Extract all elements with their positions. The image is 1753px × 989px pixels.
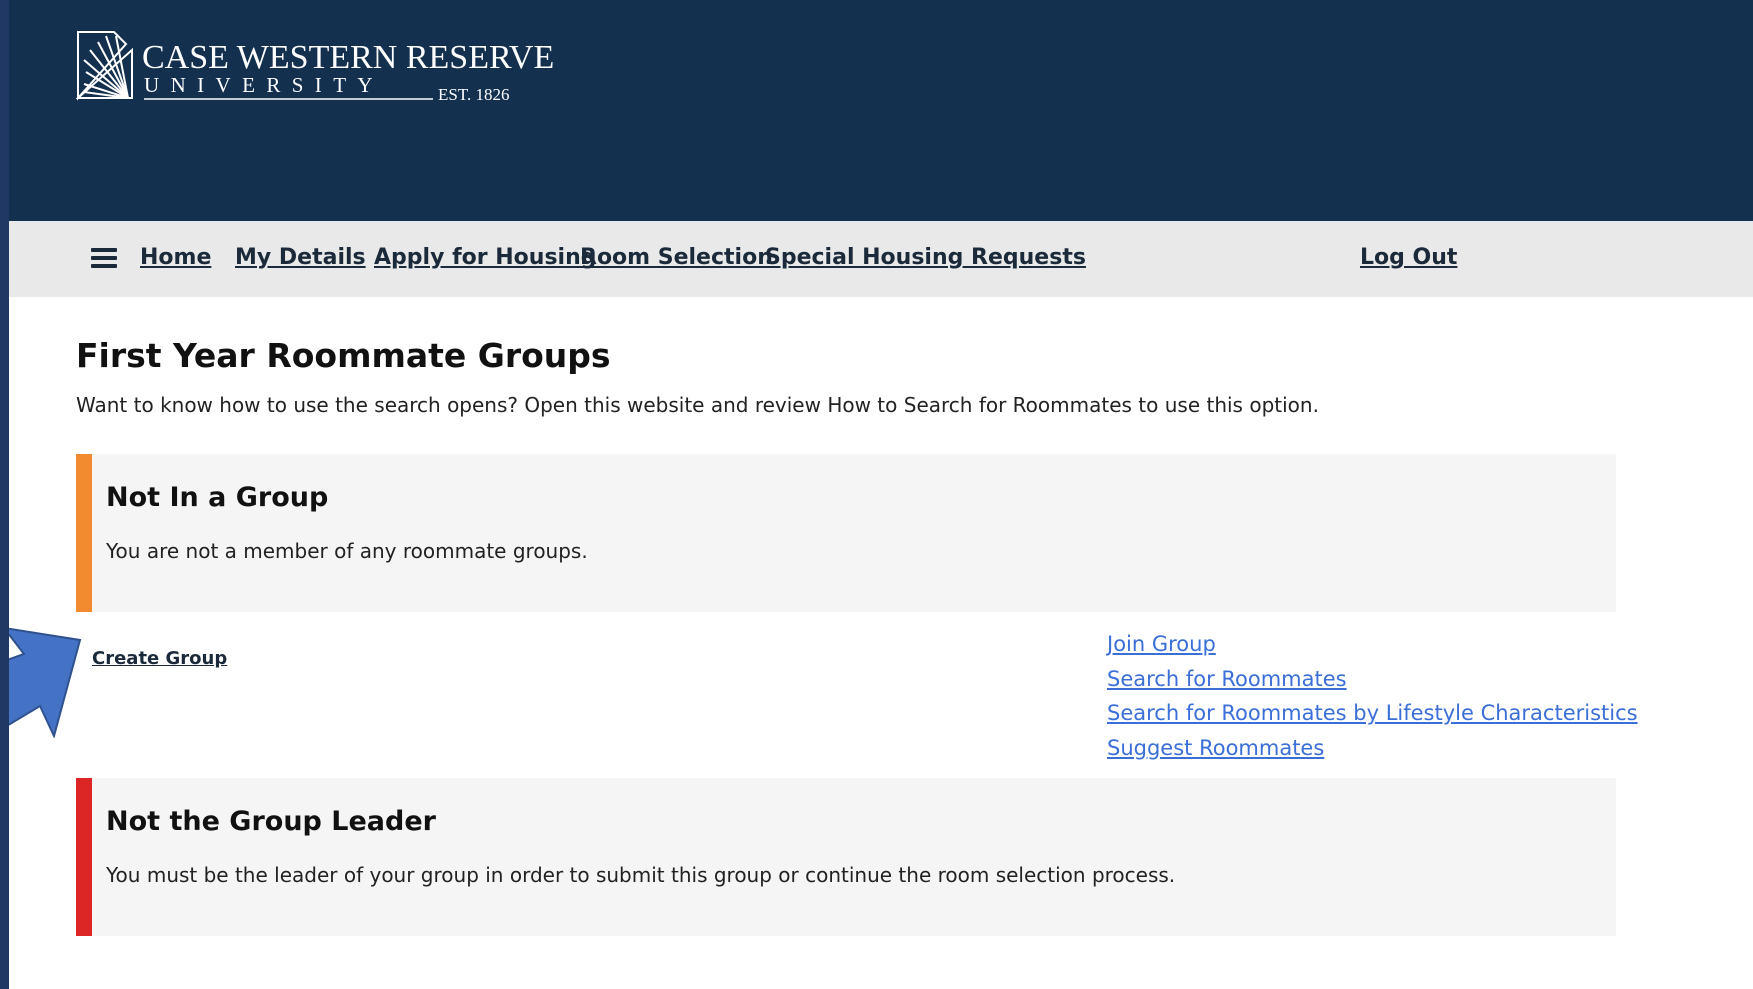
not-leader-message: You must be the leader of your group in … [106, 863, 1176, 887]
hamburger-menu-icon[interactable] [91, 248, 117, 268]
nav-home[interactable]: Home [140, 245, 211, 270]
nav-room-selection[interactable]: Room Selection [580, 245, 773, 270]
university-logo[interactable]: CASE WESTERN RESERVE UNIVERSITY EST. 182… [76, 30, 576, 112]
page-title: First Year Roommate Groups [76, 336, 611, 375]
suggest-roommates-link[interactable]: Suggest Roommates [1107, 731, 1638, 766]
main-nav: Home My Details Apply for Housing Room S… [9, 221, 1753, 297]
main-content: First Year Roommate Groups Want to know … [76, 336, 1616, 417]
not-in-group-panel: Not In a Group You are not a member of a… [76, 454, 1616, 612]
logo-name-line1: CASE WESTERN RESERVE [142, 39, 554, 76]
app-window: CASE WESTERN RESERVE UNIVERSITY EST. 182… [9, 0, 1753, 989]
not-group-leader-panel: Not the Group Leader You must be the lea… [76, 778, 1616, 936]
not-in-group-message: You are not a member of any roommate gro… [106, 539, 588, 563]
logo-established: EST. 1826 [438, 85, 509, 104]
nav-apply-for-housing[interactable]: Apply for Housing [374, 245, 597, 270]
site-header: CASE WESTERN RESERVE UNIVERSITY EST. 182… [9, 0, 1753, 221]
search-roommates-link[interactable]: Search for Roommates [1107, 662, 1638, 697]
create-group-link[interactable]: Create Group [92, 648, 227, 669]
group-actions-list: Join Group Search for Roommates Search f… [1107, 627, 1638, 765]
search-roommates-lifestyle-link[interactable]: Search for Roommates by Lifestyle Charac… [1107, 696, 1638, 731]
not-in-group-title: Not In a Group [106, 482, 329, 513]
logout-link[interactable]: Log Out [1360, 245, 1457, 270]
nav-special-housing-requests[interactable]: Special Housing Requests [765, 245, 1086, 270]
page-intro: Want to know how to use the search opens… [76, 393, 1319, 417]
not-leader-title: Not the Group Leader [106, 806, 436, 837]
cwru-seal-icon: CASE WESTERN RESERVE UNIVERSITY EST. 182… [76, 31, 554, 104]
logo-name-line2: UNIVERSITY [144, 73, 384, 97]
callout-arrow-icon [9, 627, 82, 738]
join-group-link[interactable]: Join Group [1107, 627, 1638, 662]
nav-my-details[interactable]: My Details [235, 245, 366, 270]
